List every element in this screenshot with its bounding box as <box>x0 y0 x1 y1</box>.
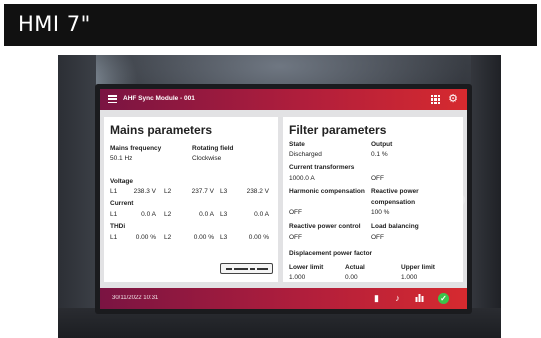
top-bar: AHF Sync Module - 001 ⚙ <box>100 89 467 110</box>
state-value: Discharged <box>289 151 322 158</box>
rotating-field-value: Clockwise <box>192 155 222 162</box>
actual-value: 0.00 <box>345 274 358 281</box>
header-banner: HMI 7" <box>4 4 537 46</box>
current-transformers-value: 1000.0 A <box>289 175 315 182</box>
thdi-label: THDi <box>110 223 126 230</box>
rotating-field-label: Rotating field <box>192 145 234 152</box>
reactive-compensation-label-2: compensation <box>371 199 416 206</box>
chevron-right-icon[interactable]: › <box>451 193 465 207</box>
output-label: Output <box>371 141 393 148</box>
voltage-l1-value: 238.3 V <box>133 188 156 195</box>
mains-frequency-value: 50.1 Hz <box>110 155 133 162</box>
grid-icon[interactable] <box>431 95 440 104</box>
upper-limit-value: 1.000 <box>401 274 418 281</box>
state-label: State <box>289 141 305 148</box>
thdi-l1-phase: L1 <box>110 234 118 241</box>
upper-limit-label: Upper limit <box>401 264 435 271</box>
bell-icon[interactable]: ♪ <box>392 293 403 304</box>
voltage-l2-value: 237.7 V <box>191 188 214 195</box>
check-circle-icon[interactable]: ✓ <box>438 293 449 304</box>
voltage-l2-phase: L2 <box>164 188 172 195</box>
thdi-l2-value: 0.00 % <box>193 234 214 241</box>
output-value: 0.1 % <box>371 151 388 158</box>
load-balancing-label: Load balancing <box>371 223 419 230</box>
bottom-bar: 30/11/2022 10:31 ▮ ♪ ✓ <box>100 288 467 309</box>
voltage-l3-value: 238.2 V <box>246 188 269 195</box>
voltage-label: Voltage <box>110 178 133 185</box>
current-label: Current <box>110 200 134 207</box>
bar-chart-icon[interactable] <box>414 293 425 304</box>
current-l3-value: 0.0 A <box>254 211 269 218</box>
reactive-power-control-value: OFF <box>289 234 302 241</box>
photo-background-left <box>58 55 96 338</box>
reactive-compensation-label-1: Reactive power <box>371 188 419 195</box>
photo-background-right <box>471 55 501 338</box>
mains-title: Mains parameters <box>110 123 213 137</box>
mains-parameters-panel: Mains parameters Mains frequency 50.1 Hz… <box>104 117 278 282</box>
document-icon[interactable]: ▮ <box>371 293 382 304</box>
harmonic-compensation-value: OFF <box>289 209 302 216</box>
current-l1-value: 0.0 A <box>141 211 156 218</box>
thdi-l2-phase: L2 <box>164 234 172 241</box>
device-icon[interactable] <box>220 263 273 274</box>
voltage-l3-phase: L3 <box>220 188 228 195</box>
harmonic-compensation-label: Harmonic compensation <box>289 188 365 195</box>
reactive-compensation-value: 100 % <box>371 209 390 216</box>
voltage-l1-phase: L1 <box>110 188 118 195</box>
thdi-l3-phase: L3 <box>220 234 228 241</box>
current-transformers-status: OFF <box>371 175 384 182</box>
actual-label: Actual <box>345 264 365 271</box>
app-title: AHF Sync Module - 001 <box>123 95 195 102</box>
current-l3-phase: L3 <box>220 211 228 218</box>
menu-icon[interactable] <box>108 95 117 104</box>
current-l2-phase: L2 <box>164 211 172 218</box>
load-balancing-value: OFF <box>371 234 384 241</box>
lower-limit-label: Lower limit <box>289 264 324 271</box>
filter-parameters-panel: Filter parameters State Discharged Outpu… <box>283 117 463 282</box>
current-l2-value: 0.0 A <box>199 211 214 218</box>
banner-title: HMI 7" <box>18 12 91 36</box>
displacement-power-factor-label: Displacement power factor <box>289 250 373 257</box>
thdi-l3-value: 0.00 % <box>248 234 269 241</box>
mains-frequency-label: Mains frequency <box>110 145 162 152</box>
timestamp: 30/11/2022 10:31 <box>112 295 159 301</box>
filter-title: Filter parameters <box>289 123 387 137</box>
lower-limit-value: 1.000 <box>289 274 306 281</box>
reactive-power-control-label: Reactive power control <box>289 223 361 230</box>
hmi-screen: AHF Sync Module - 001 ⚙ Mains parameters… <box>100 89 467 309</box>
gear-icon[interactable]: ⚙ <box>447 93 459 105</box>
current-transformers-label: Current transformers <box>289 164 355 171</box>
thdi-l1-value: 0.00 % <box>135 234 156 241</box>
current-l1-phase: L1 <box>110 211 118 218</box>
